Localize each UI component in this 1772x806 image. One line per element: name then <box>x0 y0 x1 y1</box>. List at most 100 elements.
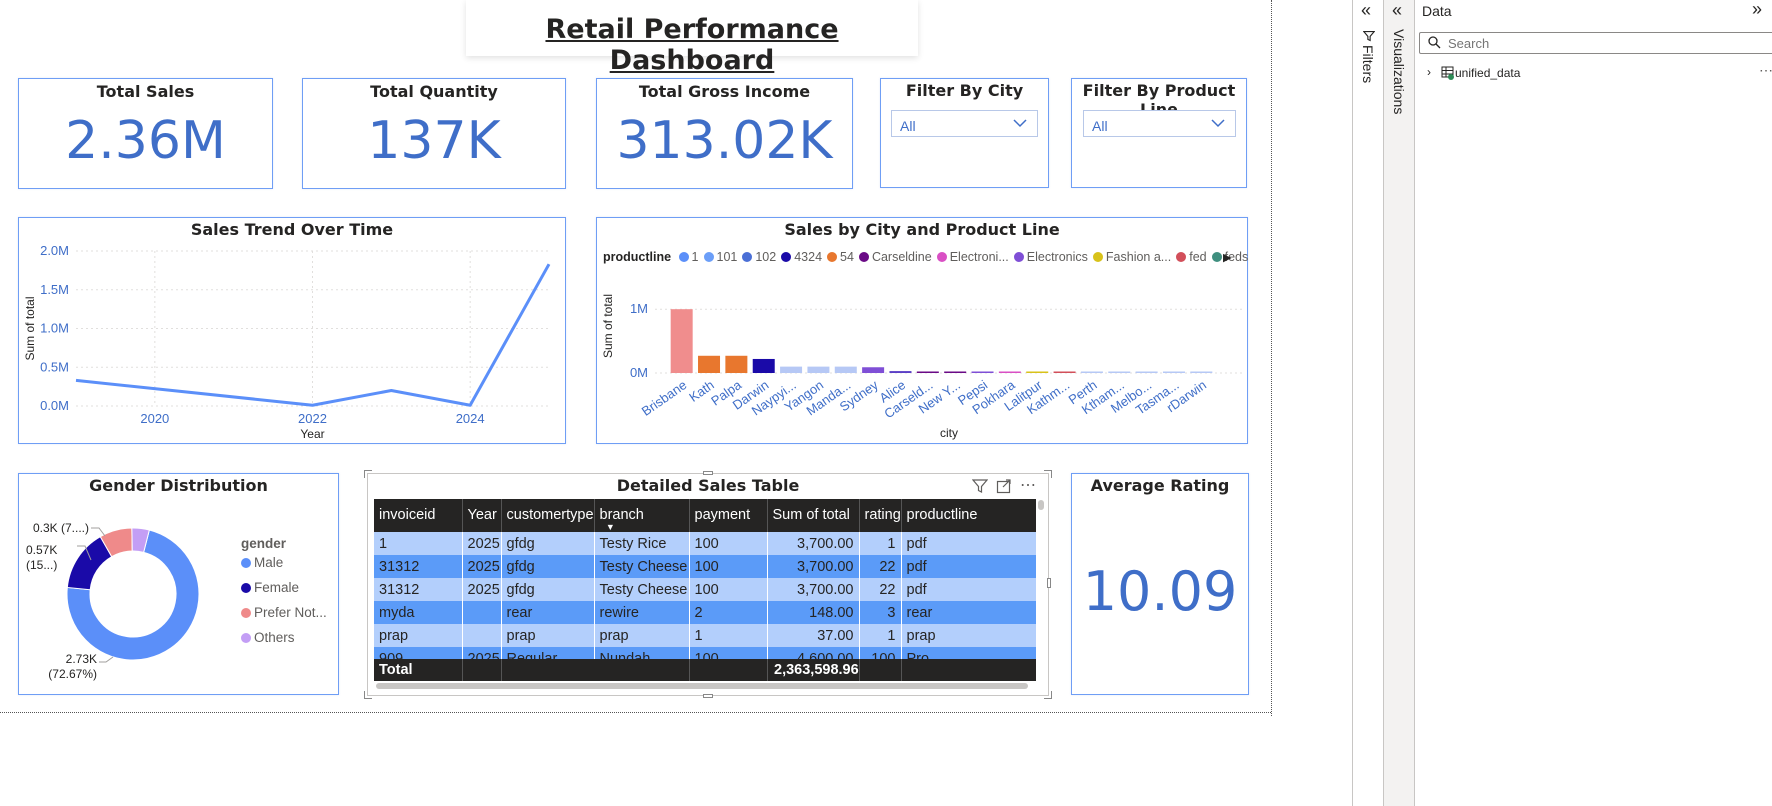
table-cell: 31312 <box>374 555 463 578</box>
kpi-total-quantity-card[interactable]: Total Quantity 137K <box>302 78 566 189</box>
filters-pane[interactable]: « Filters <box>1352 0 1383 806</box>
visualizations-pane[interactable]: « Visualizations <box>1383 0 1414 806</box>
collapse-visualizations-icon[interactable]: « <box>1392 0 1402 21</box>
filters-pane-label: Filters <box>1360 45 1376 84</box>
table-cell: 100 <box>689 555 768 578</box>
table-icon <box>1441 66 1455 83</box>
bar-perth <box>1080 371 1103 373</box>
table-total-value: 2,363,598.96 <box>774 662 859 678</box>
y-axis-title: Sum of total <box>23 296 37 360</box>
table-cell: rear <box>501 601 595 624</box>
filter-product-line-dropdown[interactable]: All <box>1083 110 1236 137</box>
table-cell: gfdg <box>501 532 595 555</box>
table-row[interactable]: 31312 2025 gfdg Testy Cheese 100 3,700.00 22 pd… <box>374 578 1036 601</box>
kpi-total-gross-income-card[interactable]: Total Gross Income 313.02K <box>596 78 853 189</box>
horizontal-scrollbar[interactable] <box>376 683 1028 689</box>
legend-swatch <box>241 558 251 568</box>
table-row[interactable]: myda rear rewire 2 148.00 3 rear <box>374 601 1036 624</box>
table-cell: gfdg <box>501 578 595 601</box>
kpi-total-sales-card[interactable]: Total Sales 2.36M <box>18 78 273 189</box>
gender-legend-item[interactable]: Others <box>241 630 327 655</box>
table-cell: 22 <box>859 555 902 578</box>
kpi-total-gross-income-label: Total Gross Income <box>638 82 811 101</box>
table-total-row: Total 2,363,598.96 <box>374 659 1036 681</box>
table-row[interactable]: 1 2025 gfdg Testy Rice 100 3,700.00 1 pdf <box>374 532 1036 555</box>
focus-mode-icon[interactable] <box>996 478 1012 499</box>
table-cell: 2 <box>689 601 768 624</box>
table-row[interactable]: 313122025gfdgTesty Cheese 21003,700.0022… <box>374 555 1036 578</box>
more-options-icon[interactable]: ⋯ <box>1759 62 1772 79</box>
bar-ktham- <box>1108 371 1131 373</box>
gender-legend-item[interactable]: Male <box>241 555 327 580</box>
canvas-boundary-bottom <box>0 712 1271 713</box>
collapse-data-pane-icon[interactable]: » <box>1752 0 1762 20</box>
filter-icon[interactable] <box>971 478 989 499</box>
more-options-icon[interactable]: ⋯ <box>1020 475 1036 495</box>
gender-legend-item[interactable]: Female <box>241 580 327 605</box>
visual-header-icons: ⋯ <box>971 475 1042 499</box>
data-table-item[interactable]: › unified_data ⋯ <box>1427 62 1772 83</box>
bar-palpa <box>725 355 748 373</box>
column-header[interactable]: rating <box>859 499 902 532</box>
column-header[interactable]: invoiceid <box>374 499 463 532</box>
column-header[interactable]: Year <box>462 499 502 532</box>
x-tick-label: 2022 <box>298 411 327 426</box>
resize-handle[interactable] <box>1047 578 1051 588</box>
donut-label-prefer-not: 0.3K (7....) <box>33 521 89 535</box>
table-cell: 3,700.00 <box>767 578 860 601</box>
x-axis-title: Year <box>300 427 324 441</box>
gender-legend-title: gender <box>241 536 287 551</box>
vertical-scrollbar[interactable] <box>1038 500 1044 510</box>
resize-handle[interactable] <box>364 691 372 699</box>
table-row[interactable]: prap prap prap 1 37.00 1 prap <box>374 624 1036 647</box>
filter-city-dropdown[interactable]: All <box>891 110 1038 137</box>
table-cell: pdf <box>901 578 1036 601</box>
chevron-right-icon[interactable]: › <box>1427 65 1431 79</box>
bar-alice <box>889 371 912 373</box>
bar-brisbane <box>670 309 693 373</box>
y-tick-label: 0M <box>630 365 648 380</box>
filter-product-line-card: Filter By Product Line All <box>1071 78 1247 188</box>
table-cell: 100 <box>689 532 768 555</box>
sales-by-city-card[interactable]: Sales by City and Product Line productli… <box>596 217 1248 444</box>
resize-handle[interactable] <box>703 694 713 698</box>
table-cell: gfdg <box>501 555 595 578</box>
legend-label: Others <box>254 630 295 645</box>
gender-distribution-card[interactable]: Gender Distribution 2.73K (72.67%) 0.57K (1… <box>18 473 339 695</box>
gender-legend-item[interactable]: Prefer Not... <box>241 605 327 630</box>
table-cell: rewire <box>594 601 690 624</box>
column-header[interactable]: branch ▼ <box>594 499 690 532</box>
data-search-box[interactable] <box>1419 32 1772 54</box>
x-axis-title: city <box>940 426 958 440</box>
table-cell: 1 <box>374 532 463 555</box>
bar-new-y- <box>944 371 967 373</box>
kpi-average-rating-card[interactable]: Average Rating 10.09 <box>1071 473 1249 695</box>
canvas-boundary-right <box>1271 0 1272 716</box>
sales-trend-card[interactable]: Sales Trend Over Time 0.0M 0.5M 1.0M 1.5M 2.… <box>18 217 566 444</box>
column-header[interactable]: customertype <box>501 499 595 532</box>
bar-yangon <box>807 366 830 373</box>
donut-label-male: 2.73K <box>66 652 97 666</box>
data-search-input[interactable] <box>1446 34 1570 53</box>
column-header[interactable]: productline <box>901 499 1036 532</box>
x-tick-label: 2020 <box>140 411 169 426</box>
resize-handle[interactable] <box>703 471 713 475</box>
column-header[interactable]: Sum of total <box>767 499 860 532</box>
table-cell: Testy Cheese <box>594 578 690 601</box>
table-cell: prap <box>501 624 595 647</box>
detailed-sales-table-visual[interactable]: Detailed Sales Table ⋯ invoiceid Year cust… <box>364 470 1052 699</box>
data-table-item-label: unified_data <box>1455 66 1521 80</box>
table-cell: pdf <box>901 532 1036 555</box>
x-tick-label: Brisbane <box>639 377 690 419</box>
table-cell: 1 <box>859 532 902 555</box>
resize-handle[interactable] <box>1044 691 1052 699</box>
collapse-filters-icon[interactable]: « <box>1361 0 1371 21</box>
table-cell: myda <box>374 601 463 624</box>
data-pane: Data » › unified_data ⋯ <box>1414 0 1772 806</box>
kpi-total-quantity-label: Total Quantity <box>370 82 498 101</box>
column-header[interactable]: payment <box>689 499 768 532</box>
sales-table: invoiceid Year customertype branch ▼ payment S… <box>374 499 1036 670</box>
visualizations-pane-label: Visualizations <box>1391 29 1407 115</box>
chevron-down-icon <box>1013 114 1027 135</box>
table-cell: Testy Cheese 2 <box>594 555 690 578</box>
